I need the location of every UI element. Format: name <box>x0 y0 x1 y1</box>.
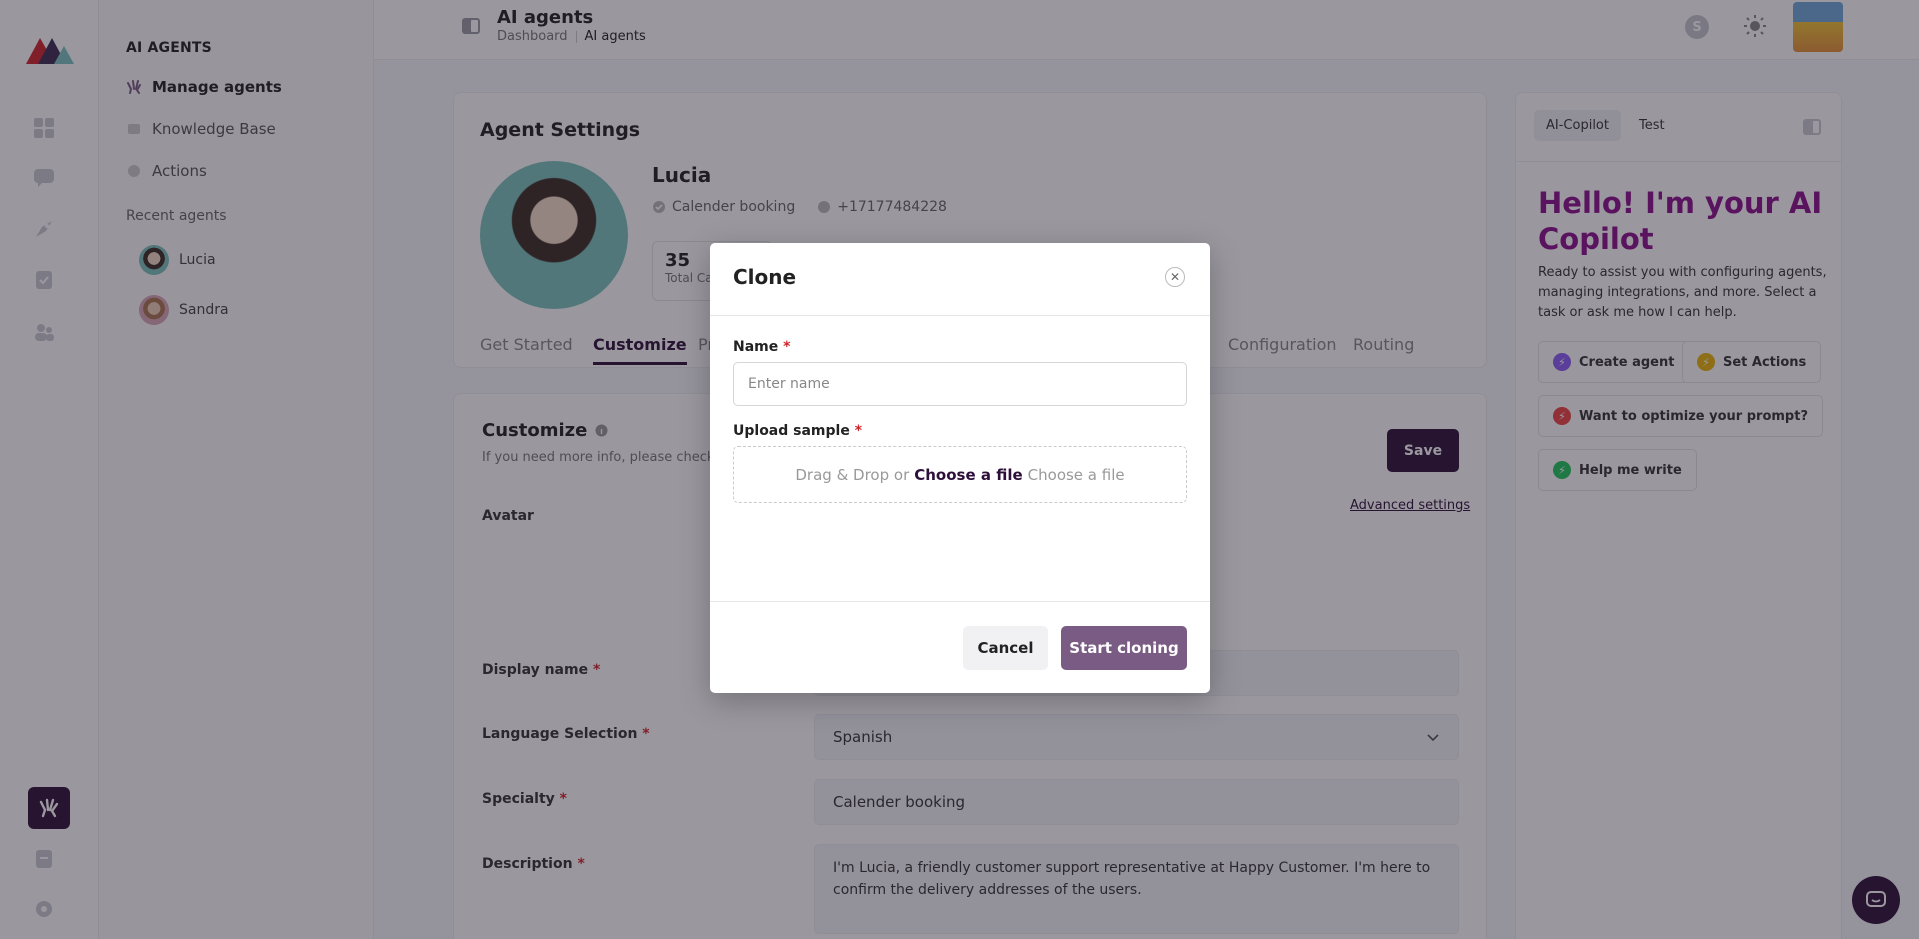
name-input[interactable] <box>733 362 1187 406</box>
choose-file-link[interactable]: Choose a file <box>914 466 1022 484</box>
upload-label: Upload sample * <box>733 423 863 439</box>
choose-file-hint: Choose a file <box>1027 465 1125 484</box>
clone-modal: Clone ✕ Name * Upload sample * Drag & Dr… <box>710 243 1210 693</box>
start-cloning-button[interactable]: Start cloning <box>1061 626 1187 670</box>
modal-title: Clone <box>733 265 797 289</box>
dropzone-prefix: Drag & Drop or <box>795 465 910 484</box>
close-icon[interactable]: ✕ <box>1165 267 1185 287</box>
upload-dropzone[interactable]: Drag & Drop or Choose a file Choose a fi… <box>733 446 1187 503</box>
cancel-button[interactable]: Cancel <box>963 626 1048 670</box>
modal-footer-divider <box>710 601 1210 602</box>
modal-header-divider <box>710 315 1210 316</box>
upload-label-text: Upload sample <box>733 423 850 439</box>
name-label-text: Name <box>733 339 779 355</box>
name-label: Name * <box>733 339 791 355</box>
